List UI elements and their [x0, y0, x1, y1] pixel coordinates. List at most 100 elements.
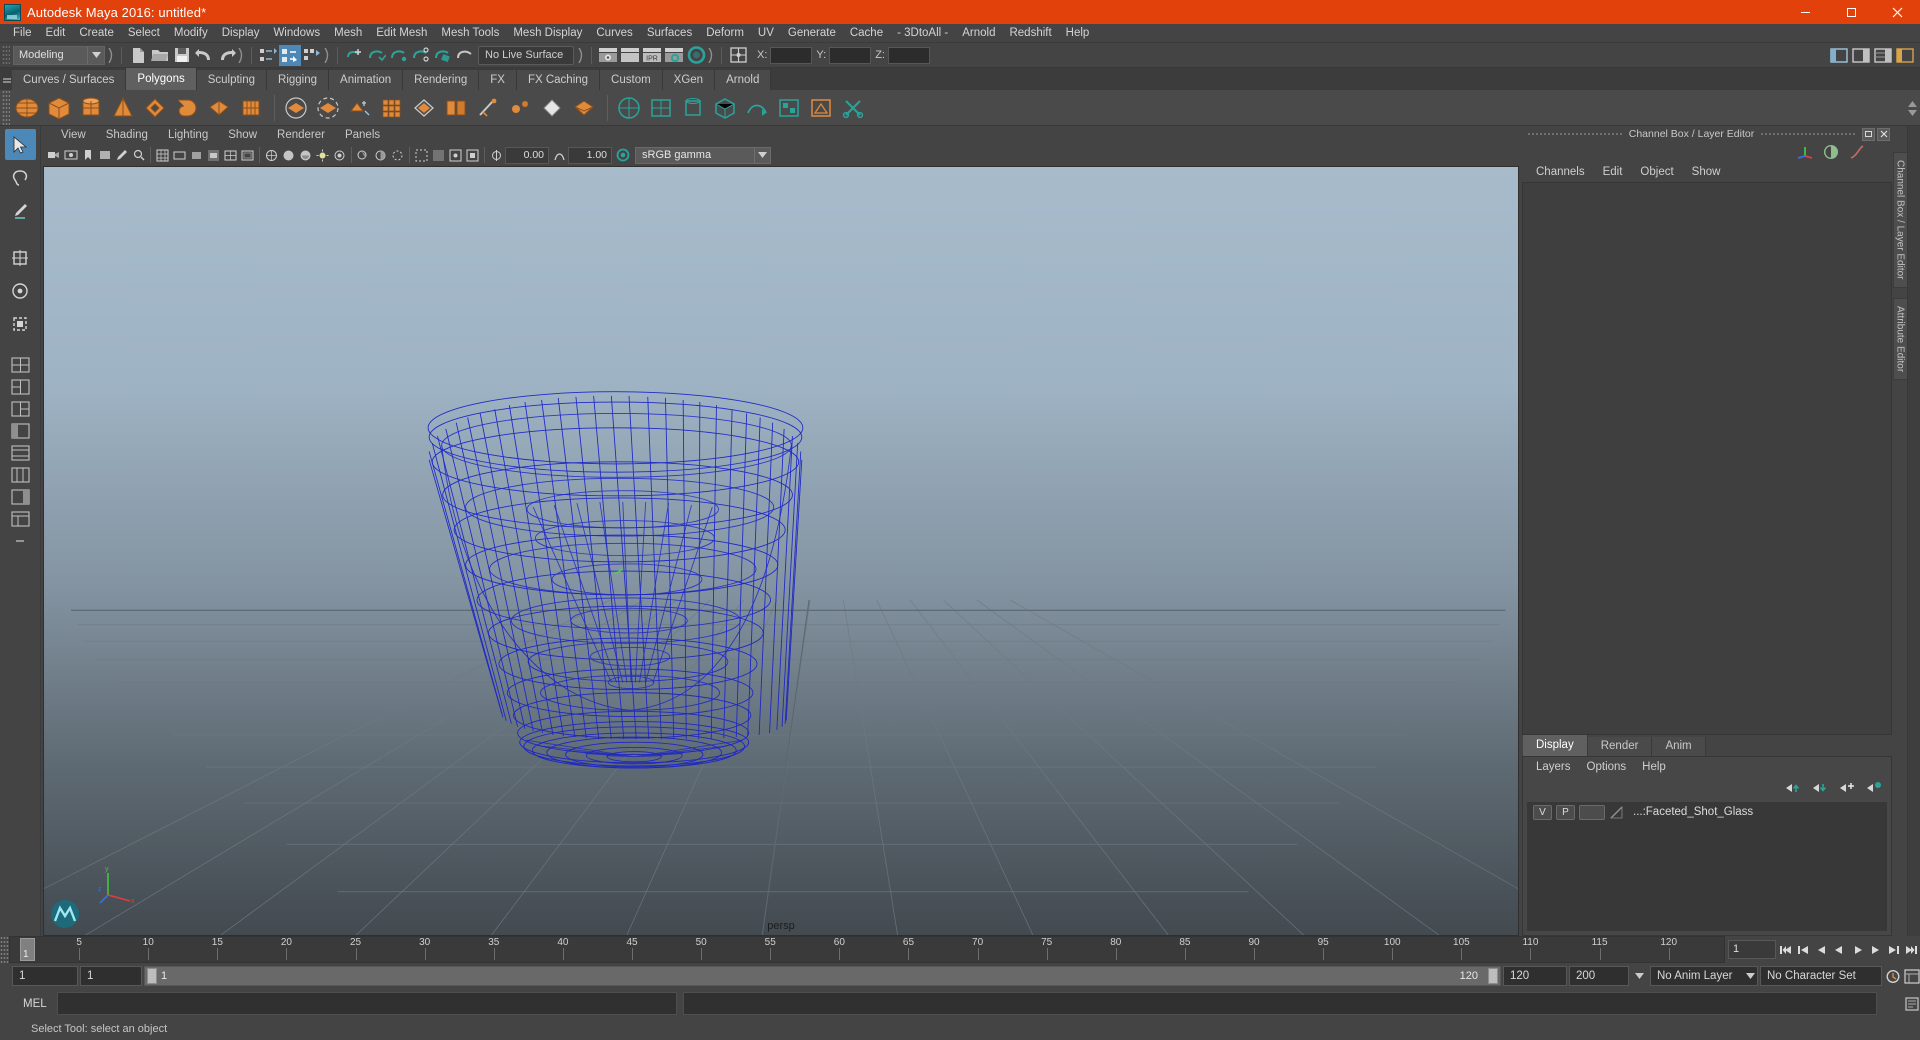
scale-tool-button[interactable]: [5, 308, 36, 339]
anim-start-time-field[interactable]: 1: [12, 966, 78, 986]
smooth-shade-textured-icon[interactable]: [297, 146, 314, 164]
poly-crease-icon[interactable]: [537, 93, 567, 123]
poly-quad-draw-icon[interactable]: [377, 93, 407, 123]
menu-windows[interactable]: Windows: [266, 24, 327, 43]
manipulator-axis-icon[interactable]: [1797, 144, 1813, 160]
layer-tab-render[interactable]: Render: [1587, 737, 1653, 756]
select-object-button[interactable]: [279, 44, 301, 66]
panel-menu-panels[interactable]: Panels: [335, 129, 390, 141]
screen-space-ao-icon[interactable]: [372, 146, 389, 164]
grease-pencil-icon[interactable]: [113, 146, 130, 164]
layer-name-label[interactable]: ...:Faceted_Shot_Glass: [1633, 806, 1753, 818]
menu-edit-mesh[interactable]: Edit Mesh: [369, 24, 434, 43]
film-gate-icon[interactable]: [171, 146, 188, 164]
poly-extrude-icon[interactable]: [441, 93, 471, 123]
show-tool-settings-button[interactable]: [1894, 45, 1916, 66]
shelf-tab-custom[interactable]: Custom: [600, 70, 663, 90]
panel-menu-view[interactable]: View: [51, 129, 96, 141]
step-forward-frame-button[interactable]: [1867, 939, 1884, 960]
dock-drag-dots-right[interactable]: [1760, 131, 1856, 137]
range-left-handle[interactable]: [147, 968, 157, 984]
new-scene-button[interactable]: [127, 45, 149, 66]
time-slider-drag-handle[interactable]: [0, 936, 9, 963]
shadows-icon[interactable]: [355, 146, 372, 164]
xray-icon[interactable]: [430, 146, 447, 164]
xray-joints-icon[interactable]: [447, 146, 464, 164]
move-layer-up-icon[interactable]: [1785, 781, 1802, 795]
layer-playback-toggle[interactable]: P: [1556, 804, 1575, 820]
menu-help[interactable]: Help: [1059, 24, 1097, 43]
save-scene-button[interactable]: [171, 45, 193, 66]
layer-visibility-toggle[interactable]: V: [1533, 804, 1552, 820]
sidetab-attribute-editor[interactable]: Attribute Editor: [1892, 297, 1908, 380]
snap-grid-button[interactable]: [343, 45, 365, 66]
field-chart-icon[interactable]: [222, 146, 239, 164]
poly-smooth-icon[interactable]: [345, 93, 375, 123]
panel-menu-shading[interactable]: Shading: [96, 129, 158, 141]
shelf-tab-curves-surfaces[interactable]: Curves / Surfaces: [12, 70, 127, 90]
exposure-icon[interactable]: [488, 146, 505, 164]
cb-menu-edit[interactable]: Edit: [1594, 166, 1632, 178]
layer-tab-anim[interactable]: Anim: [1652, 737, 1706, 756]
menuset-mode-dropdown[interactable]: Modeling: [13, 45, 105, 65]
shelf-tab-arnold[interactable]: Arnold: [715, 70, 772, 90]
time-slider[interactable]: 1 5 10 15 20 25 30 35 40 45 50 55 60 65 70 75 80 85 90 95 1…: [9, 936, 1725, 963]
playback-end-time-field[interactable]: 120: [1503, 966, 1567, 986]
menu-display[interactable]: Display: [215, 24, 267, 43]
poly-combine-icon[interactable]: [281, 93, 311, 123]
uv-planar-map-icon[interactable]: [646, 93, 676, 123]
xray-active-components-icon[interactable]: [464, 146, 481, 164]
shelf-tab-fx[interactable]: FX: [479, 70, 517, 90]
menu-surfaces[interactable]: Surfaces: [640, 24, 699, 43]
menu-generate[interactable]: Generate: [781, 24, 843, 43]
anim-end-time-field[interactable]: 200: [1569, 966, 1629, 986]
z-input[interactable]: [887, 46, 930, 64]
undo-button[interactable]: [193, 45, 215, 66]
command-input-field[interactable]: [56, 992, 677, 1015]
shelf-drag-handle[interactable]: [2, 68, 12, 90]
dock-drag-dots-left[interactable]: [1527, 131, 1623, 137]
cb-menu-object[interactable]: Object: [1631, 166, 1682, 178]
create-new-layer-icon[interactable]: [1839, 781, 1856, 795]
panel-menu-lighting[interactable]: Lighting: [158, 129, 218, 141]
menu-3dtoall[interactable]: - 3DtoAll -: [890, 24, 955, 43]
perspective-viewport[interactable]: y x z persp: [43, 166, 1519, 936]
poly-bevel-icon[interactable]: [409, 93, 439, 123]
go-to-start-button[interactable]: [1777, 939, 1794, 960]
shelf-tab-xgen[interactable]: XGen: [662, 70, 716, 90]
layout-graph-editor-button[interactable]: [7, 465, 33, 485]
use-default-lighting-icon[interactable]: [314, 146, 331, 164]
redo-render-button[interactable]: [619, 45, 641, 66]
layout-hypershade-button[interactable]: [7, 443, 33, 463]
right-scrollbar[interactable]: [1907, 126, 1920, 936]
grid-toggle-icon[interactable]: [154, 146, 171, 164]
exposure-value-field[interactable]: 0.00: [505, 146, 549, 164]
paint-select-tool-button[interactable]: [5, 195, 36, 226]
poly-torus-icon[interactable]: [140, 93, 170, 123]
menu-curves[interactable]: Curves: [589, 24, 639, 43]
select-component-button[interactable]: [301, 45, 323, 66]
show-modeling-toolkit-button[interactable]: [1828, 45, 1850, 66]
snap-curve-button[interactable]: [365, 45, 387, 66]
uv-editor-icon[interactable]: [806, 93, 836, 123]
shelf-tab-fx-caching[interactable]: FX Caching: [516, 70, 601, 90]
poly-separate-icon[interactable]: [313, 93, 343, 123]
command-result-field[interactable]: [682, 992, 1877, 1015]
le-menu-layers[interactable]: Layers: [1528, 761, 1579, 773]
maximize-button[interactable]: [1828, 0, 1874, 24]
channel-box-attribute-list[interactable]: [1522, 182, 1892, 735]
uv-sphere-map-icon[interactable]: [614, 93, 644, 123]
snap-view-planes-button[interactable]: [431, 45, 453, 66]
select-hierarchy-button[interactable]: [257, 45, 279, 66]
menu-mesh-tools[interactable]: Mesh Tools: [434, 24, 506, 43]
panel-menu-show[interactable]: Show: [218, 129, 267, 141]
live-surface-field[interactable]: No Live Surface: [478, 45, 574, 65]
uv-layout-icon[interactable]: [774, 93, 804, 123]
play-backwards-button[interactable]: [1831, 939, 1848, 960]
motion-blur-icon[interactable]: [389, 146, 406, 164]
menu-create[interactable]: Create: [72, 24, 121, 43]
poly-sphere-icon[interactable]: [12, 93, 42, 123]
animation-preferences-icon[interactable]: [1903, 966, 1920, 987]
menu-arnold[interactable]: Arnold: [955, 24, 1002, 43]
x-input[interactable]: [770, 46, 813, 64]
